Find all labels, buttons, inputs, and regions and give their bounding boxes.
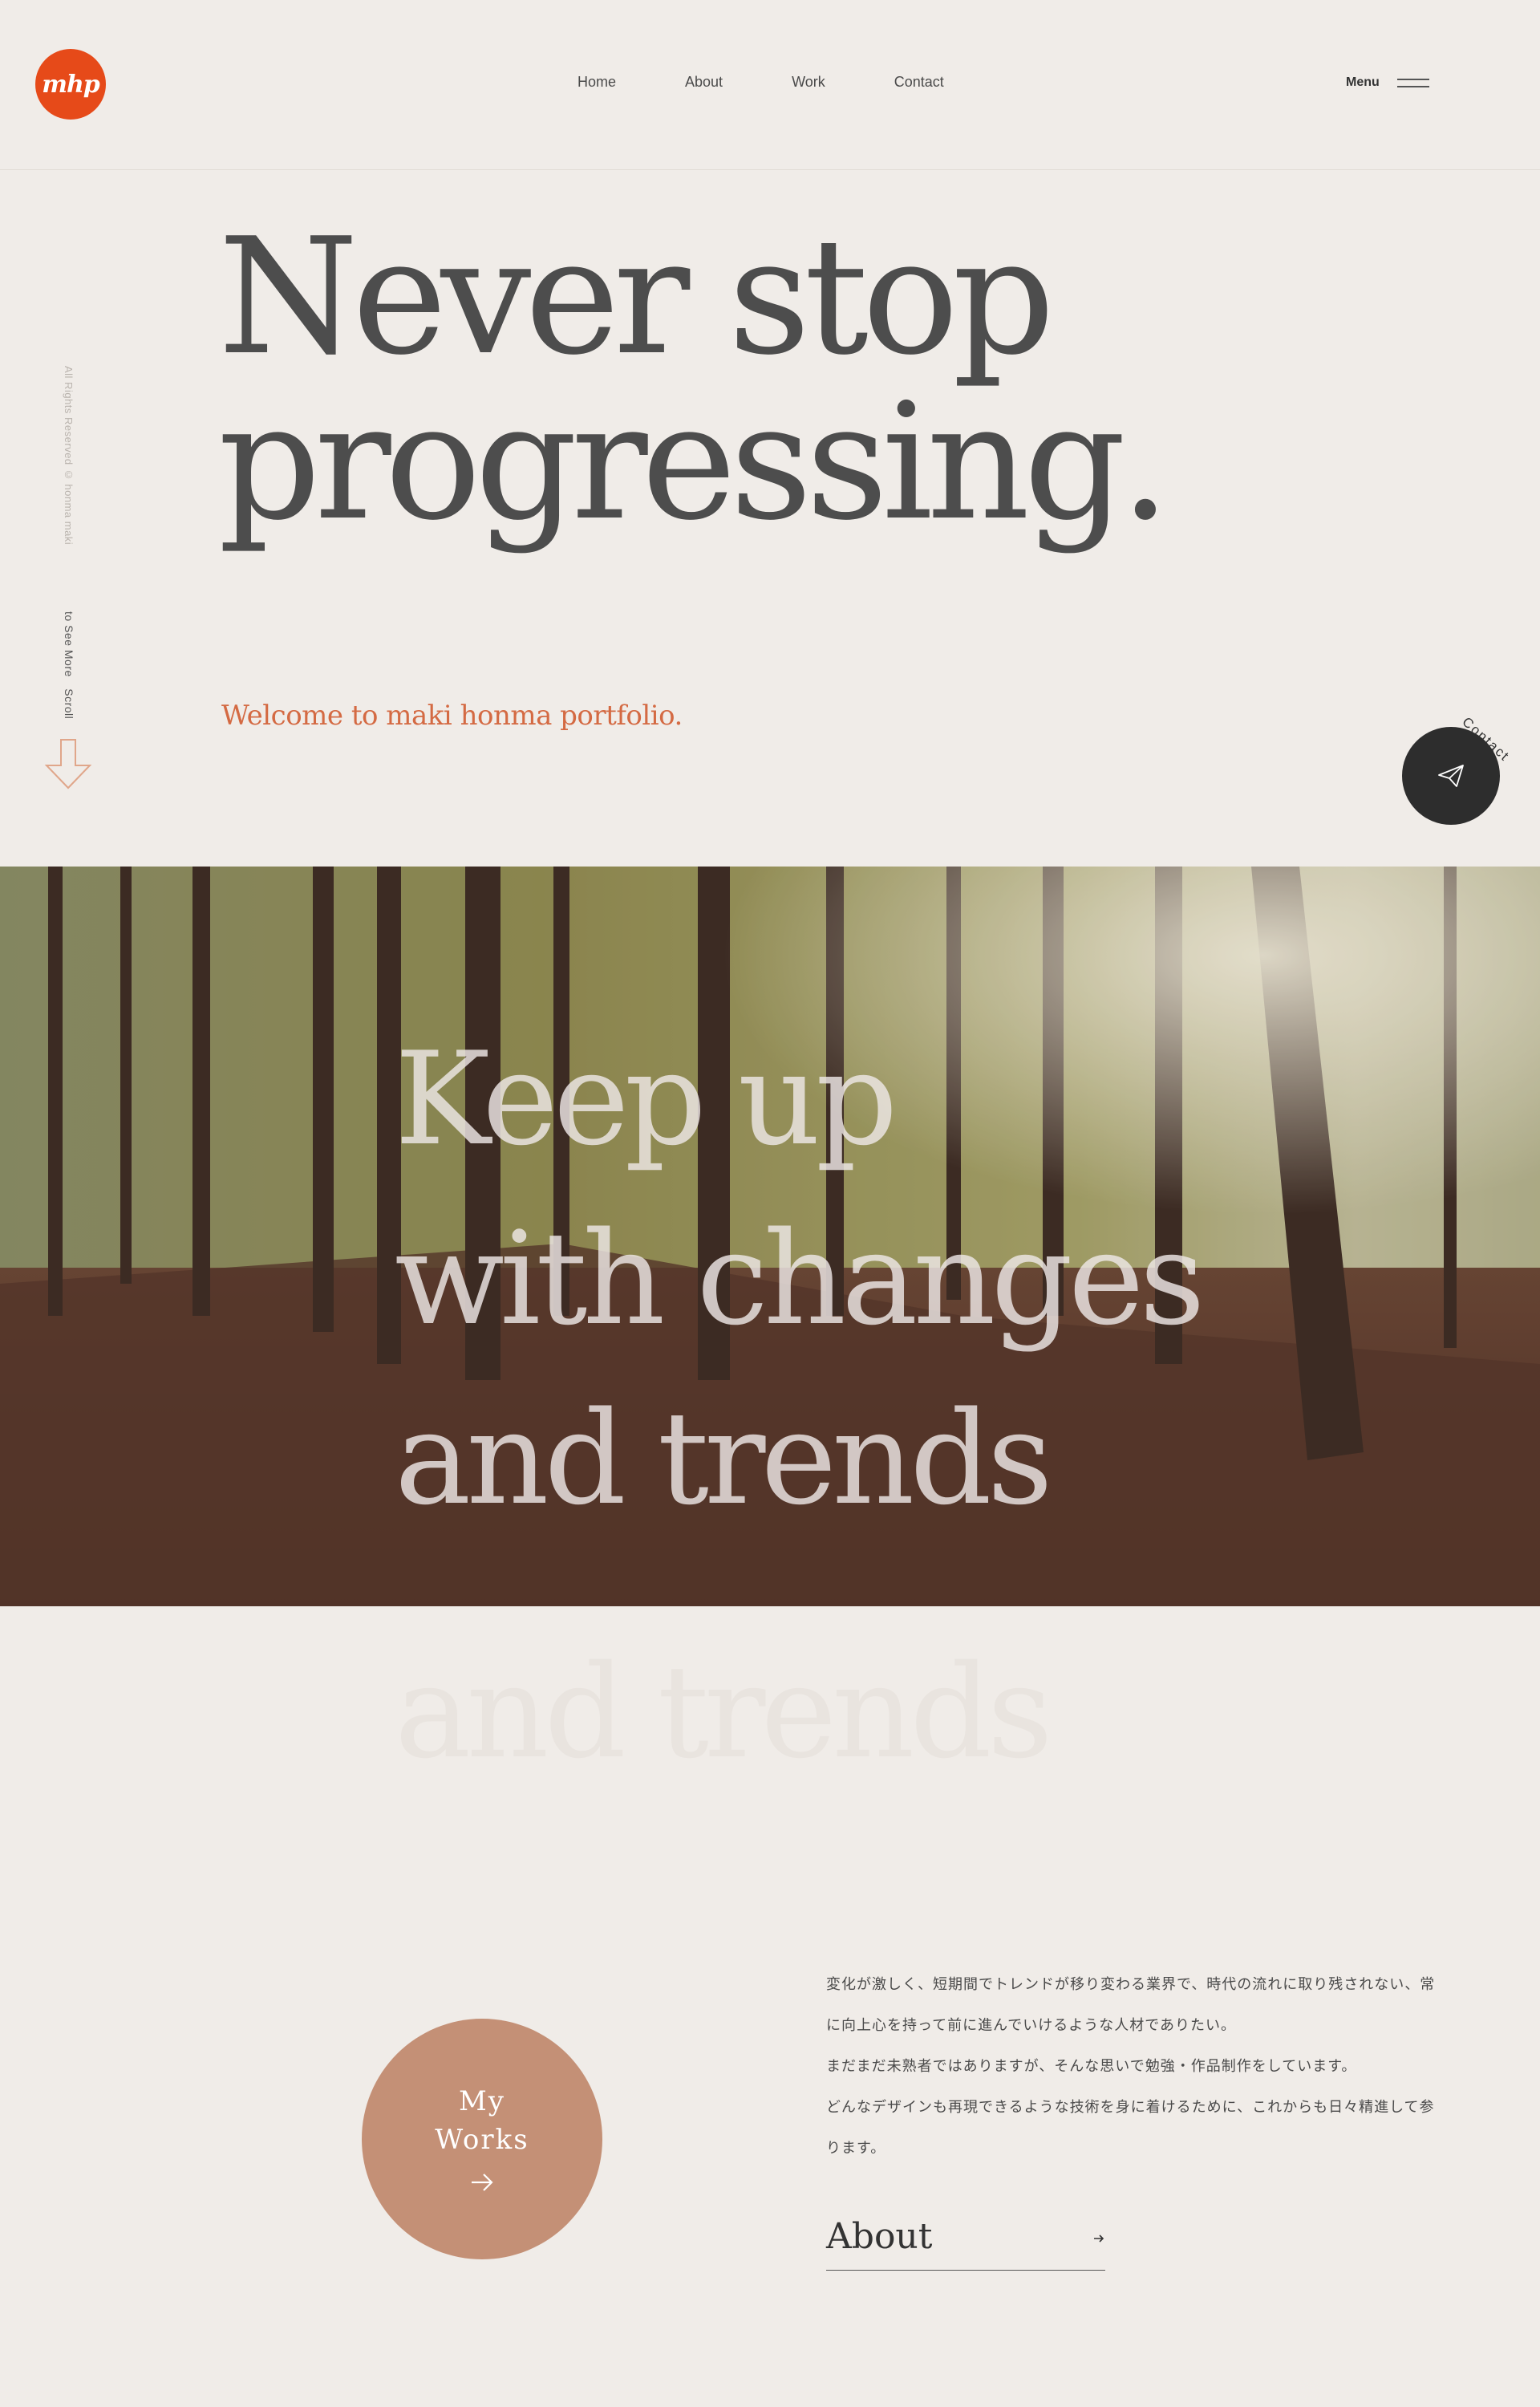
intro-line: どんなデザインも再現できるような技術を身に着けるために、これからも日々精進して参 <box>826 2099 1435 2115</box>
menu-label: Menu <box>1346 75 1380 89</box>
intro-line: 変化が激しく、短期間でトレンドが移り変わる業界で、時代の流れに取り残されない、常 <box>826 1976 1436 1992</box>
main-nav: Home About Work Contact <box>578 74 1013 91</box>
banner-ghost-text: and trends <box>395 1637 1053 1787</box>
intro-text: 変化が激しく、短期間でトレンドが移り変わる業界で、時代の流れに取り残されない、常… <box>826 1964 1452 2169</box>
arrow-right-icon <box>1094 2234 1104 2243</box>
nav-contact[interactable]: Contact <box>894 74 944 91</box>
copyright-text: All Rights Reserved © honma maki <box>63 366 75 546</box>
logo[interactable]: mhp <box>35 49 106 120</box>
site-header: mhp Home About Work Contact Menu <box>0 0 1540 170</box>
intro-line: まだまだ未熟者ではありますが、そんな思いで勉強・作品制作をしています。 <box>826 2058 1357 2074</box>
intro-line: ります。 <box>826 2140 886 2156</box>
works-label-line1: My <box>458 2085 506 2117</box>
intro-line: に向上心を持って前に進んでいけるような人材でありたい。 <box>826 2017 1237 2033</box>
paper-plane-icon <box>1438 765 1464 787</box>
menu-button[interactable]: Menu <box>1346 75 1429 90</box>
hamburger-icon <box>1396 78 1429 87</box>
works-label-line2: Works <box>435 2124 529 2156</box>
nav-work[interactable]: Work <box>792 74 825 91</box>
about-link[interactable]: About <box>826 2214 1105 2271</box>
arrow-right-icon <box>472 2174 493 2191</box>
scroll-hint: to See More Scroll <box>63 611 75 720</box>
arrow-down-icon[interactable] <box>43 738 93 789</box>
contact-fab-button[interactable] <box>1402 727 1500 825</box>
nav-home[interactable]: Home <box>578 74 616 91</box>
welcome-text: Welcome to maki honma portfolio. <box>221 700 683 732</box>
nav-about[interactable]: About <box>685 74 723 91</box>
my-works-button[interactable]: My Works <box>362 2019 602 2259</box>
about-link-label: About <box>826 2216 933 2257</box>
hero-title: Never stop progressing. <box>218 204 1171 556</box>
banner-title: Keep up with changes and trends <box>395 1024 1206 1533</box>
